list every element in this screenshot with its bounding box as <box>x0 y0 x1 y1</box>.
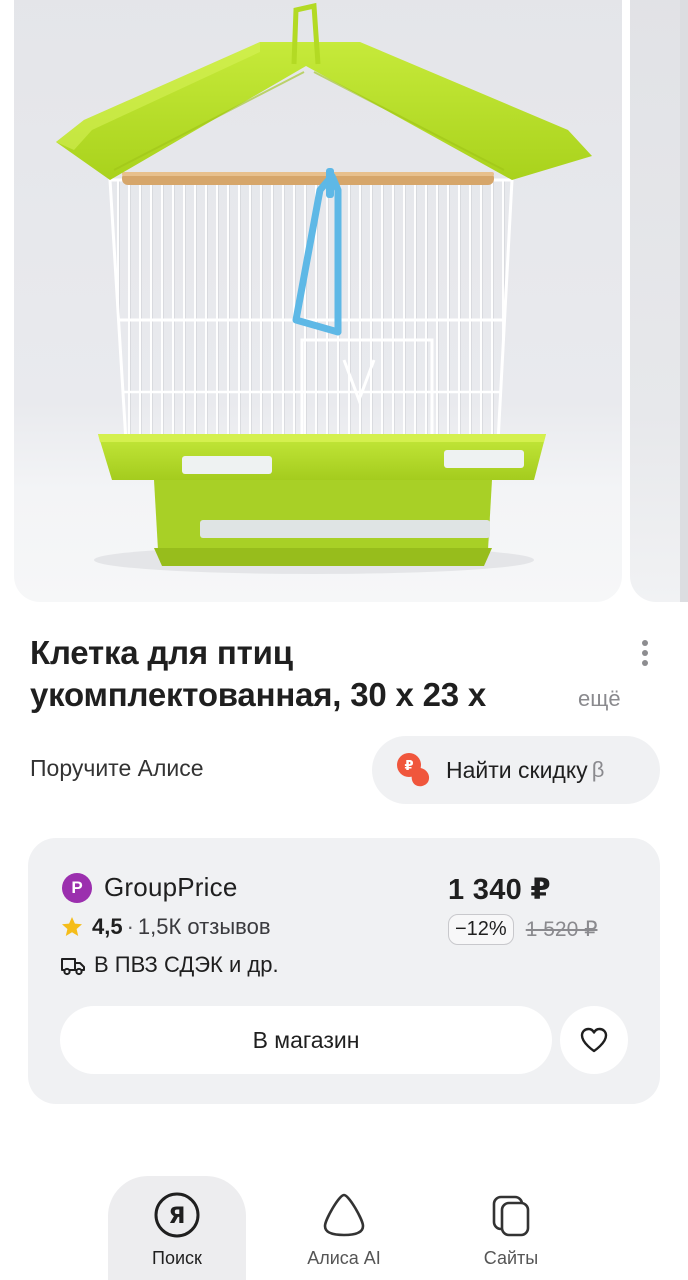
reviews-count: 1,5К отзывов <box>137 914 271 939</box>
product-title-line2: укомплектованная, 30 х 23 х <box>30 676 487 713</box>
delivery-truck-icon <box>61 958 85 976</box>
svg-text:Я: Я <box>169 1204 186 1229</box>
nav-item-alice[interactable]: Алиса AI <box>275 1176 413 1280</box>
bottom-navigation: Я Поиск Алиса AI Сайты <box>0 1176 688 1280</box>
scroll-indicator <box>680 0 688 602</box>
star-icon <box>62 917 82 936</box>
heart-icon <box>580 1027 608 1053</box>
sites-icon <box>492 1195 530 1237</box>
alice-icon <box>323 1193 365 1237</box>
yandex-search-icon: Я <box>154 1192 200 1238</box>
more-options-icon[interactable] <box>630 636 660 670</box>
alice-hint-label: Поручите Алисе <box>30 755 204 781</box>
title-more-link[interactable]: ещё <box>578 686 621 712</box>
shop-name: GroupPrice <box>104 872 238 902</box>
product-title: Клетка для птиц укомплектованная, 30 х 2… <box>30 632 590 716</box>
go-to-shop-button[interactable]: В магазин <box>60 1006 552 1074</box>
favorite-button[interactable] <box>560 1006 628 1074</box>
current-price: 1 340 ₽ <box>448 874 551 906</box>
rating-value: 4,5 <box>92 914 123 939</box>
shop-info[interactable]: P GroupPrice <box>62 872 238 903</box>
nav-label-sites: Сайты <box>483 1248 539 1268</box>
price-discount-row: −12% 1 520 ₽ <box>448 914 597 945</box>
product-photo-bird-cage[interactable] <box>14 0 622 602</box>
bird-cage-illustration <box>56 2 592 574</box>
rating-separator: · <box>126 914 134 939</box>
shop-rating[interactable]: 4,5 · 1,5К отзывов <box>60 914 271 940</box>
product-title-line1: Клетка для птиц <box>30 634 293 671</box>
nav-item-sites[interactable]: Сайты <box>442 1176 580 1280</box>
old-price: 1 520 ₽ <box>525 918 598 941</box>
product-gallery[interactable] <box>0 0 688 602</box>
discount-badge: −12% <box>448 914 514 945</box>
discount-tag-icon: ₽ <box>394 750 434 790</box>
find-discount-button[interactable]: ₽ Найти скидку β <box>372 736 660 804</box>
nav-label-search: Поиск <box>152 1248 202 1268</box>
delivery-label: В ПВЗ СДЭК и др. <box>94 952 279 977</box>
nav-label-alice: Алиса AI <box>307 1248 381 1268</box>
svg-text:₽: ₽ <box>404 759 413 774</box>
find-discount-label: Найти скидку <box>446 756 588 783</box>
groupprice-logo: P <box>62 872 92 903</box>
nav-item-search[interactable]: Я Поиск <box>108 1176 246 1280</box>
offer-card[interactable]: P GroupPrice 4,5 · 1,5К отзывов В ПВЗ СД… <box>28 838 660 1104</box>
delivery-info: В ПВЗ СДЭК и др. <box>60 952 279 978</box>
beta-mark: β <box>591 757 605 782</box>
